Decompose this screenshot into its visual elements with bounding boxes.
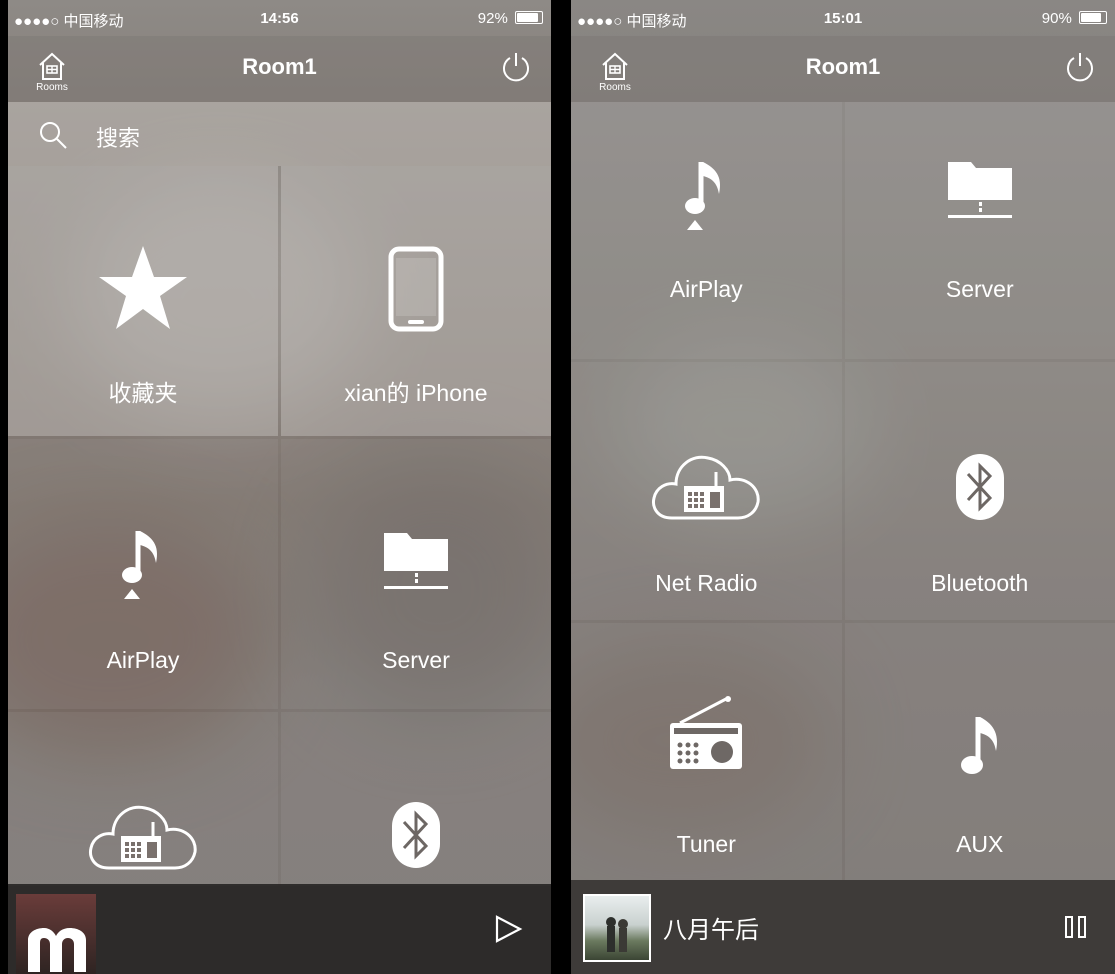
source-tile-airplay[interactable]: AirPlay bbox=[571, 102, 842, 360]
power-icon[interactable] bbox=[499, 50, 533, 84]
status-bar: ●●●●○ 中国移动 15:01 90% bbox=[571, 0, 1115, 36]
airplay-music-icon bbox=[122, 531, 158, 599]
nav-bar: Rooms Room1 bbox=[8, 36, 551, 102]
now-playing-bar[interactable]: 八月午后 bbox=[571, 880, 1115, 974]
source-tile-favorites[interactable]: 收藏夹 bbox=[8, 166, 278, 436]
bluetooth-icon bbox=[392, 802, 440, 868]
net-radio-cloud-icon bbox=[652, 456, 760, 520]
source-label: AirPlay bbox=[669, 276, 743, 302]
source-tile-airplay[interactable]: AirPlay bbox=[8, 439, 278, 709]
phone-screen-right: ●●●●○ 中国移动 15:01 90% Rooms Room1 AirPlay… bbox=[571, 0, 1115, 974]
source-tile-net-radio[interactable] bbox=[8, 712, 278, 886]
status-right: 92% bbox=[478, 10, 543, 27]
status-bar: ●●●●○ 中国移动 14:56 92% bbox=[8, 0, 551, 36]
battery-percent: 92% bbox=[477, 10, 508, 27]
search-placeholder: 搜索 bbox=[96, 126, 141, 151]
source-label: Net Radio bbox=[655, 570, 758, 597]
phone-screen-left: ●●●●○ 中国移动 14:56 92% Rooms Room1 搜索 收藏夹 … bbox=[8, 0, 551, 974]
source-tile-bluetooth[interactable] bbox=[281, 712, 551, 886]
source-grid: AirPlay Server Net Radio Bluetooth Tuner… bbox=[571, 102, 1115, 880]
music-note-icon bbox=[960, 716, 997, 774]
star-icon bbox=[99, 246, 187, 329]
rooms-label: Rooms bbox=[599, 82, 631, 93]
net-radio-cloud-icon bbox=[89, 805, 197, 870]
album-art bbox=[583, 894, 651, 962]
album-art bbox=[16, 894, 96, 974]
source-tile-tuner[interactable]: Tuner bbox=[571, 622, 842, 880]
phone-icon bbox=[388, 246, 444, 332]
rooms-label: Rooms bbox=[36, 82, 68, 93]
battery-icon bbox=[1079, 11, 1107, 24]
pause-icon[interactable] bbox=[1063, 914, 1089, 940]
status-time: 15:01 bbox=[823, 10, 863, 27]
status-right: 90% bbox=[1042, 10, 1107, 27]
nav-bar: Rooms Room1 bbox=[571, 36, 1115, 102]
source-tile-net-radio[interactable]: Net Radio bbox=[571, 362, 842, 620]
source-label: xian的 iPhone bbox=[344, 380, 488, 406]
battery-percent: 90% bbox=[1041, 10, 1072, 27]
server-folder-icon bbox=[947, 162, 1012, 218]
source-label: 收藏夹 bbox=[108, 380, 178, 406]
source-tile-bluetooth[interactable]: Bluetooth bbox=[844, 362, 1115, 620]
battery-icon bbox=[515, 11, 543, 24]
room-title: Room1 bbox=[242, 54, 317, 79]
source-label: Tuner bbox=[676, 830, 736, 857]
source-label: Server bbox=[945, 276, 1014, 302]
source-tile-server[interactable]: Server bbox=[844, 102, 1115, 360]
source-tile-server[interactable]: Server bbox=[281, 439, 551, 709]
room-title: Room1 bbox=[805, 54, 881, 79]
app-logo-icon bbox=[28, 928, 86, 972]
source-tile-aux[interactable]: AUX bbox=[844, 622, 1115, 880]
source-label: AirPlay bbox=[106, 647, 180, 673]
now-playing-bar[interactable] bbox=[8, 884, 551, 974]
search-icon bbox=[40, 122, 67, 149]
source-label: AUX bbox=[956, 830, 1004, 857]
server-folder-icon bbox=[384, 533, 448, 589]
track-title: 八月午后 bbox=[663, 917, 759, 944]
radio-tuner-icon bbox=[670, 695, 743, 769]
play-icon[interactable] bbox=[493, 914, 523, 944]
search-bar[interactable]: 搜索 bbox=[8, 102, 551, 166]
source-grid: 收藏夹 xian的 iPhone AirPlay Server bbox=[8, 166, 551, 886]
source-label: Server bbox=[382, 647, 450, 673]
power-icon[interactable] bbox=[1063, 50, 1097, 84]
status-time: 14:56 bbox=[260, 10, 299, 27]
source-label: Bluetooth bbox=[931, 570, 1029, 597]
source-tile-iphone[interactable]: xian的 iPhone bbox=[281, 166, 551, 436]
bluetooth-icon bbox=[955, 454, 1004, 521]
airplay-music-icon bbox=[685, 162, 721, 230]
album-cover-image-icon bbox=[606, 917, 628, 952]
